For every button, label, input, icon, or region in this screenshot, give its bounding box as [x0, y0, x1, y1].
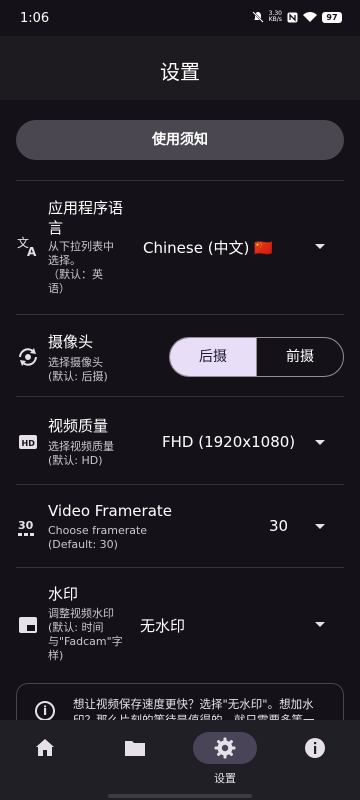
language-select-value[interactable]: Chinese (中文) 🇨🇳	[143, 237, 273, 258]
video-quality-select-value[interactable]: FHD (1920x1080)	[162, 433, 295, 451]
watermark-dropdown-arrow-icon[interactable]	[315, 622, 325, 627]
mute-icon	[251, 11, 264, 23]
framerate-desc-line1: Choose framerate	[48, 524, 148, 537]
camera-switch-icon	[19, 348, 37, 366]
framerate-desc-line2: (Default: 30)	[48, 538, 118, 551]
watermark-desc-line1: 调整视频水印	[48, 607, 114, 620]
translate-icon: 文 A	[17, 235, 37, 258]
nfc-icon	[287, 12, 298, 22]
language-dropdown-arrow-icon[interactable]	[315, 244, 325, 249]
divider	[16, 396, 344, 397]
top-app-bar: 设置	[0, 36, 360, 100]
watermark-desc-line4: 样)	[48, 649, 64, 662]
nav-item-about[interactable]	[283, 732, 347, 764]
wifi-icon	[303, 11, 317, 22]
language-desc-line4: 语）	[48, 282, 70, 295]
svg-text:A: A	[27, 245, 37, 258]
info-card-line1: 想让视频保存速度更快？选择"无水印"。想加水	[73, 697, 314, 711]
svg-text:HD: HD	[22, 439, 36, 448]
video-quality-title: 视频质量	[48, 417, 109, 435]
nav-label-settings: 设置	[214, 772, 236, 785]
nav-item-records[interactable]	[103, 732, 167, 764]
info-card-line2: 印？那么片刻的等待是值得的，就只需要多等一	[73, 713, 315, 720]
language-title-line2: 言	[48, 219, 64, 237]
video-quality-dropdown-arrow-icon[interactable]	[315, 440, 325, 445]
language-title-line1: 应用程序语	[48, 199, 124, 217]
status-icons: 3.30 KB/s 97	[251, 11, 342, 23]
divider	[16, 314, 344, 315]
page-title: 设置	[160, 60, 200, 84]
language-desc-line3: （默认：英	[48, 268, 103, 281]
framerate-select-value[interactable]: 30	[269, 517, 288, 535]
folder-icon	[125, 741, 145, 756]
video-quality-desc-line1: 选择视频质量	[48, 440, 114, 453]
camera-option-rear[interactable]: 后摄	[170, 338, 256, 376]
watermark-desc-line2: (默认: 时间	[48, 621, 104, 634]
language-desc-line1: 从下拉列表中	[48, 240, 114, 253]
info-icon	[305, 738, 325, 758]
watermark-title: 水印	[48, 585, 79, 603]
framerate-30-icon: 30	[18, 519, 34, 536]
watermark-select-value[interactable]: 无水印	[140, 615, 185, 636]
status-time: 1:06	[20, 11, 50, 26]
watermark-icon	[19, 617, 37, 633]
info-icon: i	[35, 701, 55, 720]
framerate-dropdown-arrow-icon[interactable]	[315, 524, 325, 529]
info-card: i 想让视频保存速度更快？选择"无水印"。想加水 印？那么片刻的等待是值得的，就…	[16, 683, 344, 720]
camera-desc-line2: (默认: 后摄)	[48, 370, 108, 383]
language-desc-line2: 选择。	[48, 254, 81, 267]
framerate-title: Video Framerate	[48, 502, 172, 520]
battery-indicator: 97	[322, 11, 342, 23]
video-quality-desc-line2: (默认: HD)	[48, 454, 103, 467]
usage-notice-button[interactable]: 使用须知	[16, 120, 344, 160]
nav-item-home[interactable]	[13, 732, 77, 764]
status-bar: 1:06 3.30 KB/s 97	[0, 0, 360, 36]
bottom-navigation: 设置	[0, 720, 360, 800]
divider	[16, 567, 344, 568]
nav-item-settings[interactable]: 设置	[193, 732, 257, 785]
svg-text:30: 30	[18, 519, 34, 532]
divider	[16, 484, 344, 485]
camera-desc-line1: 选择摄像头	[48, 356, 103, 369]
info-card-text: 想让视频保存速度更快？选择"无水印"。想加水 印？那么片刻的等待是值得的，就只需…	[73, 696, 333, 720]
gear-icon	[214, 737, 236, 759]
net-speed-unit: KB/s	[268, 16, 282, 23]
camera-title: 摄像头	[48, 333, 94, 351]
camera-option-front[interactable]: 前摄	[256, 338, 343, 376]
hd-icon: HD	[19, 435, 37, 449]
home-icon	[36, 739, 54, 756]
settings-content[interactable]: 使用须知 文 A 应用程序语 言 从下拉列表中 选择。 （默认：英 语） Chi…	[0, 100, 360, 720]
camera-segmented-control[interactable]: 后摄 前摄	[169, 337, 344, 377]
net-speed: 3.30 KB/s	[269, 11, 282, 23]
gesture-handle	[108, 794, 252, 798]
divider	[16, 180, 344, 181]
watermark-desc-line3: 与"Fadcam"字	[48, 635, 123, 648]
